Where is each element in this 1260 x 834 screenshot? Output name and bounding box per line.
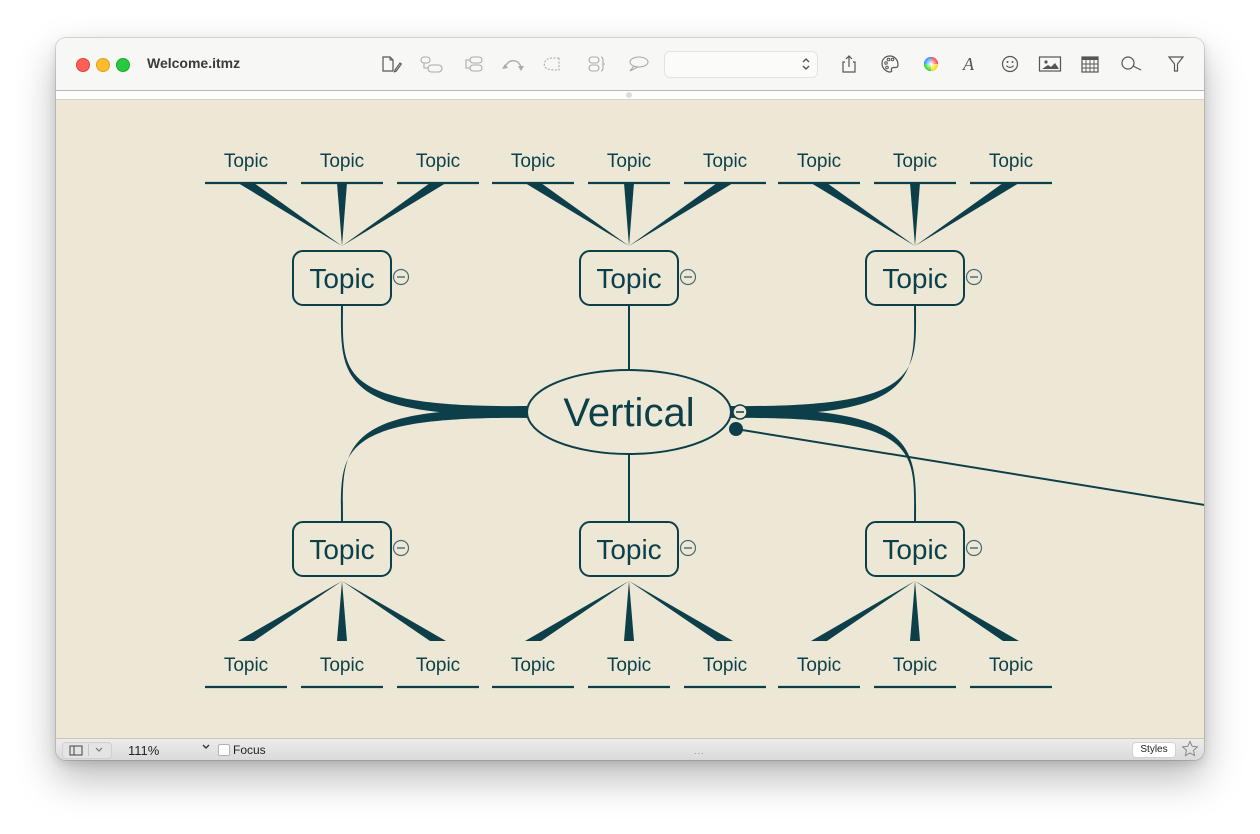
search-icon[interactable] bbox=[1119, 52, 1145, 76]
share-icon[interactable] bbox=[836, 52, 862, 76]
zoom-chevron-icon[interactable] bbox=[202, 744, 210, 750]
zoom-level[interactable]: 111% bbox=[128, 743, 159, 758]
subtopic[interactable]: Topic bbox=[989, 655, 1033, 676]
mind-map: Vertical Topic Topic Topic Topic Topic Topic To… bbox=[205, 151, 1204, 689]
relationship-handle[interactable] bbox=[729, 422, 743, 436]
subtopic[interactable]: Topic bbox=[893, 151, 937, 172]
subtopic[interactable]: Topic bbox=[607, 151, 651, 172]
palette-icon[interactable] bbox=[877, 52, 903, 76]
callout-icon[interactable] bbox=[625, 52, 651, 76]
subtopic-branch-1-1 bbox=[238, 183, 342, 246]
subtopic[interactable]: Topic bbox=[797, 655, 841, 676]
subtopic[interactable]: Topic bbox=[416, 151, 460, 172]
subtopic[interactable]: Topic bbox=[989, 151, 1033, 172]
main-topic-label: Topic bbox=[596, 263, 661, 294]
subtopic-branch-2-1 bbox=[525, 183, 629, 246]
subtopic-branch-2-3 bbox=[629, 183, 733, 246]
status-bar: 111% Focus ... Styles bbox=[56, 738, 1204, 760]
subtopic-branch-3-1 bbox=[811, 183, 915, 246]
add-sibling-topic-icon[interactable] bbox=[461, 52, 487, 76]
main-topic-label: Topic bbox=[309, 534, 374, 565]
subtopic-branch-1-2 bbox=[337, 183, 347, 246]
window-title: Welcome.itmz bbox=[147, 55, 241, 71]
main-topic-label: Topic bbox=[882, 534, 947, 565]
title-bar: Welcome.itmz A bbox=[56, 38, 1204, 91]
subtopic-branch-5-3 bbox=[629, 581, 733, 641]
star-icon[interactable] bbox=[1181, 740, 1199, 758]
mind-map-canvas[interactable]: Vertical Topic Topic Topic Topic Topic Topic To… bbox=[56, 100, 1204, 738]
main-topic-label: Topic bbox=[309, 263, 374, 294]
relationship-line[interactable] bbox=[735, 428, 1204, 506]
subtopic-branch-4-3 bbox=[342, 581, 446, 641]
calendar-icon[interactable] bbox=[1077, 52, 1103, 76]
subtopic[interactable]: Topic bbox=[703, 151, 747, 172]
focus-checkbox[interactable] bbox=[218, 744, 230, 756]
resize-grip[interactable] bbox=[626, 92, 632, 98]
subtopic[interactable]: Topic bbox=[797, 151, 841, 172]
chevron-down-icon bbox=[95, 747, 103, 752]
close-window-button[interactable] bbox=[76, 58, 90, 72]
branch-main-topic-1 bbox=[340, 304, 529, 415]
subtopic[interactable]: Topic bbox=[416, 655, 460, 676]
branch-main-topic-6 bbox=[729, 409, 917, 523]
subtopic[interactable]: Topic bbox=[893, 655, 937, 676]
subtopic[interactable]: Topic bbox=[607, 655, 651, 676]
svg-text:A: A bbox=[962, 54, 975, 74]
format-bar-divider bbox=[56, 91, 1204, 100]
subtopic[interactable]: Topic bbox=[224, 655, 268, 676]
filter-icon[interactable] bbox=[1163, 52, 1189, 76]
subtopic-branch-5-1 bbox=[525, 581, 629, 641]
image-icon[interactable] bbox=[1037, 52, 1063, 76]
summary-icon[interactable] bbox=[584, 52, 610, 76]
branch-main-topic-4 bbox=[340, 409, 529, 523]
maximize-window-button[interactable] bbox=[116, 58, 130, 72]
styles-button[interactable]: Styles bbox=[1132, 742, 1176, 758]
main-topic-label: Topic bbox=[596, 534, 661, 565]
emoji-icon[interactable] bbox=[997, 52, 1023, 76]
subtopic[interactable]: Topic bbox=[703, 655, 747, 676]
subtopic-branch-3-3 bbox=[915, 183, 1019, 246]
relationship-icon[interactable] bbox=[500, 52, 526, 76]
subtopic-branch-4-1 bbox=[238, 581, 342, 641]
color-wheel-icon[interactable] bbox=[918, 52, 944, 76]
subtopic-branch-2-2 bbox=[624, 183, 634, 246]
font-icon[interactable]: A bbox=[956, 52, 982, 76]
subtopic[interactable]: Topic bbox=[511, 151, 555, 172]
new-document-icon[interactable] bbox=[378, 52, 404, 76]
subtopic[interactable]: Topic bbox=[320, 655, 364, 676]
branch-main-topic-3 bbox=[729, 304, 917, 415]
status-indicator: ... bbox=[694, 746, 705, 756]
central-topic-label: Vertical bbox=[563, 391, 694, 435]
subtopic-branch-6-2 bbox=[910, 581, 920, 641]
sidebar-toggle-button[interactable] bbox=[62, 742, 112, 759]
boundary-icon[interactable] bbox=[540, 52, 566, 76]
main-topic-label: Topic bbox=[882, 263, 947, 294]
minimize-window-button[interactable] bbox=[96, 58, 110, 72]
subtopic-branch-6-1 bbox=[811, 581, 915, 641]
subtopic-branch-6-3 bbox=[915, 581, 1019, 641]
up-down-chevron-icon bbox=[802, 58, 810, 70]
subtopic-branch-1-3 bbox=[342, 183, 446, 246]
subtopic-branch-3-2 bbox=[910, 183, 920, 246]
subtopic[interactable]: Topic bbox=[511, 655, 555, 676]
subtopic-branch-5-2 bbox=[624, 581, 634, 641]
subtopic[interactable]: Topic bbox=[320, 151, 364, 172]
app-window: Welcome.itmz A Vertical Topic Topic Topi… bbox=[56, 38, 1204, 760]
add-child-topic-icon[interactable] bbox=[419, 52, 445, 76]
focus-label: Focus bbox=[233, 743, 266, 757]
style-select[interactable] bbox=[664, 51, 818, 78]
sidebar-icon bbox=[69, 745, 83, 756]
subtopic-branch-4-2 bbox=[337, 581, 347, 641]
subtopic[interactable]: Topic bbox=[224, 151, 268, 172]
